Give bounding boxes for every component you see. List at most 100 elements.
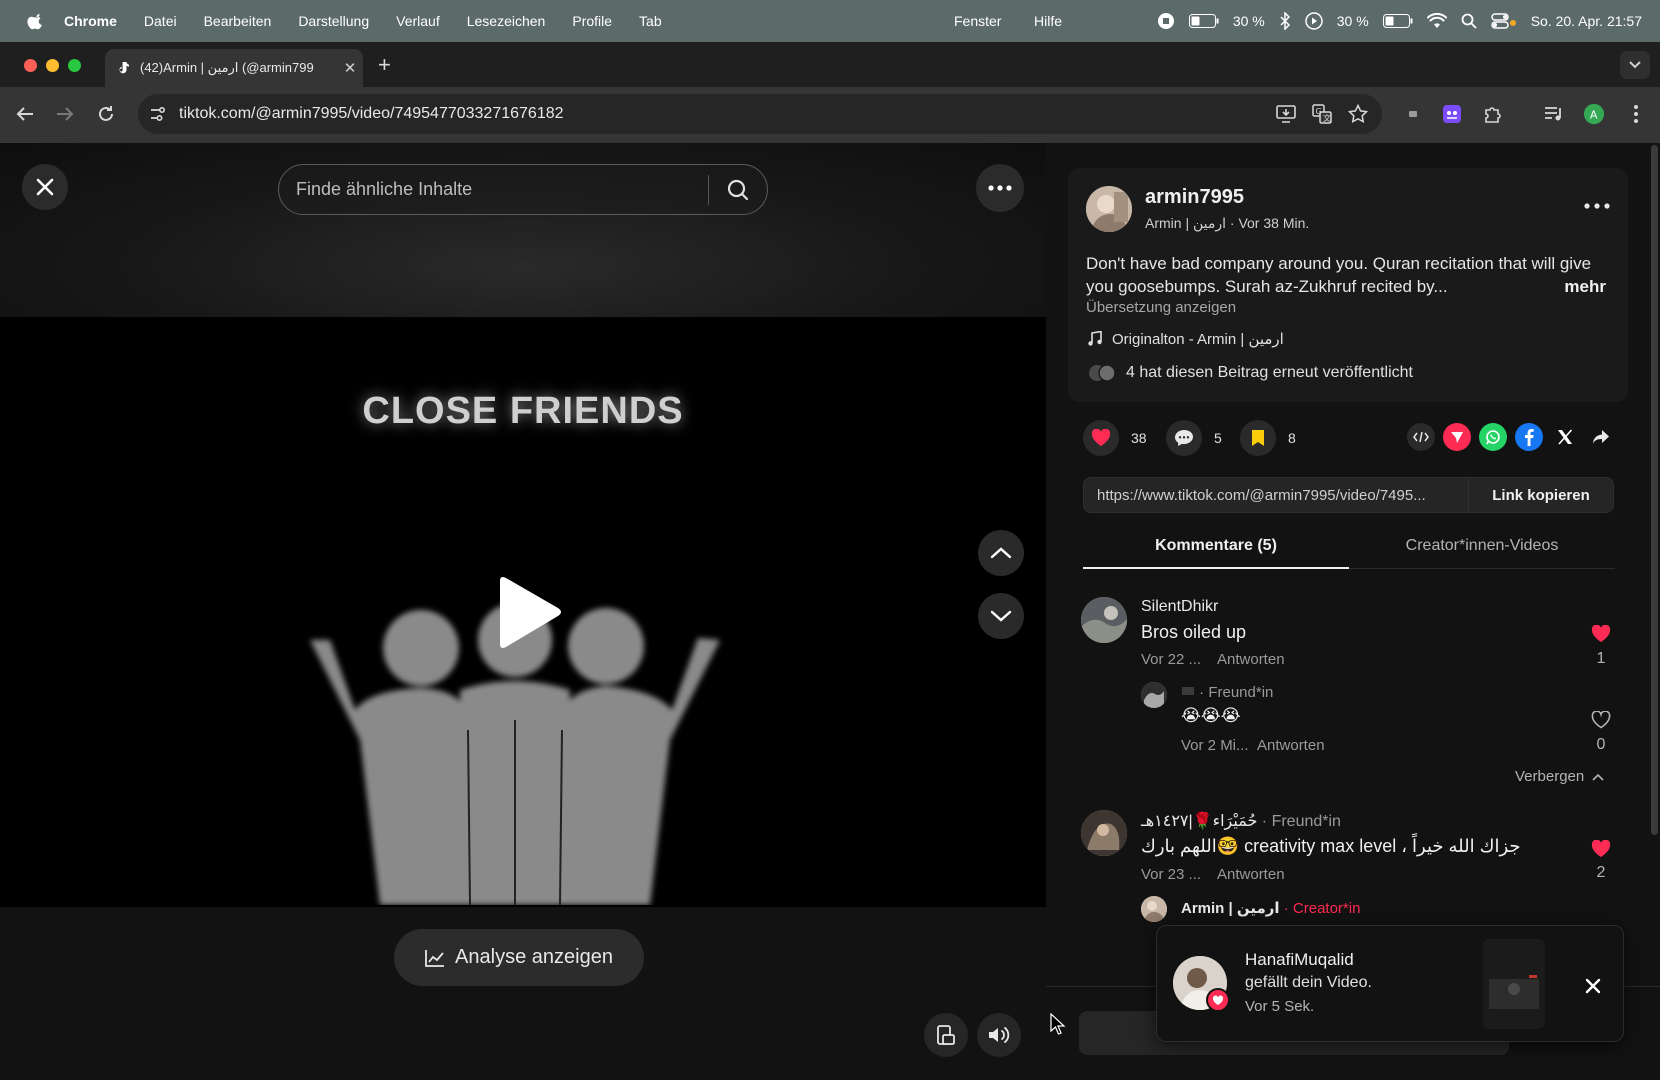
tab-close-icon[interactable]: ✕	[337, 59, 363, 77]
previous-video-button[interactable]	[978, 530, 1024, 576]
show-more-link[interactable]: mehr	[1564, 275, 1606, 298]
post-more-icon[interactable]	[1583, 200, 1611, 212]
address-bar[interactable]: tiktok.com/@armin7995/video/749547703327…	[138, 94, 1382, 134]
send-to-friends-button[interactable]	[1443, 423, 1471, 451]
back-button[interactable]	[12, 101, 38, 127]
spotlight-search-icon[interactable]	[1461, 13, 1477, 29]
site-settings-icon[interactable]	[148, 104, 168, 124]
play-icon[interactable]	[494, 575, 564, 650]
show-translation-link[interactable]: Übersetzung anzeigen	[1086, 299, 1236, 316]
sound-name[interactable]: Originalton - Armin | ارمين	[1112, 330, 1284, 348]
menubar-clock[interactable]: So. 20. Apr. 21:57	[1531, 13, 1642, 29]
save-button[interactable]	[1240, 420, 1276, 456]
reply-author[interactable]: · Freund*in	[1181, 684, 1273, 701]
share-facebook-button[interactable]	[1515, 423, 1543, 451]
svg-text:文: 文	[1323, 113, 1331, 123]
bluetooth-icon[interactable]	[1279, 12, 1291, 30]
tab-search-button[interactable]	[1620, 51, 1650, 79]
menu-profile[interactable]: Profile	[572, 13, 612, 29]
play-circle-icon[interactable]	[1305, 12, 1323, 30]
comment-like-button-2[interactable]	[1590, 838, 1612, 860]
record-icon[interactable]	[1157, 12, 1175, 30]
extension-purple-icon[interactable]	[1441, 103, 1463, 125]
sound-row[interactable]: Originalton - Armin | ارمين	[1088, 330, 1284, 348]
copy-link-button[interactable]: Link kopieren	[1468, 477, 1613, 513]
like-button[interactable]	[1083, 420, 1119, 456]
view-analytics-button[interactable]: Analyse anzeigen	[394, 929, 644, 986]
share-whatsapp-button[interactable]	[1479, 423, 1507, 451]
creator-reply-author[interactable]: Armin | ارمين · Creator*in	[1181, 899, 1360, 917]
menu-lesezeichen[interactable]: Lesezeichen	[467, 13, 546, 29]
menu-bearbeiten[interactable]: Bearbeiten	[204, 13, 272, 29]
panel-scrollbar[interactable]	[1651, 145, 1658, 835]
extensions-puzzle-icon[interactable]	[1482, 103, 1504, 125]
window-zoom-button[interactable]	[68, 59, 81, 72]
url-text[interactable]: tiktok.com/@armin7995/video/749547703327…	[179, 105, 1274, 123]
creator-reply-avatar[interactable]	[1141, 896, 1167, 922]
author-username[interactable]: armin7995	[1145, 186, 1244, 209]
battery-icon-2[interactable]	[1382, 14, 1413, 28]
similar-content-search[interactable]	[278, 164, 768, 215]
toast-close-button[interactable]	[1581, 974, 1605, 998]
tab-comments[interactable]: Kommentare (5)	[1083, 525, 1349, 569]
search-input[interactable]	[279, 179, 708, 200]
embed-button[interactable]	[1407, 423, 1435, 451]
video-more-options-button[interactable]	[976, 164, 1024, 212]
menu-verlauf[interactable]: Verlauf	[396, 13, 440, 29]
browser-tab-active[interactable]: (42)Armin | ارمين (@armin799 ✕	[105, 49, 363, 87]
translate-icon[interactable]: G文	[1310, 102, 1334, 126]
comment-author[interactable]: SilentDhikr	[1141, 598, 1218, 616]
extension-dot-icon[interactable]	[1402, 103, 1424, 125]
save-action[interactable]: 8	[1240, 418, 1296, 458]
like-action[interactable]: 38	[1083, 418, 1147, 458]
repost-row[interactable]: 4 hat diesen Beitrag erneut veröffentlic…	[1088, 364, 1413, 382]
toast-video-thumbnail[interactable]	[1483, 939, 1545, 1029]
profile-avatar-icon[interactable]: A	[1583, 103, 1605, 125]
close-video-button[interactable]	[22, 164, 68, 210]
menu-tab[interactable]: Tab	[639, 13, 662, 29]
window-minimize-button[interactable]	[46, 59, 59, 72]
reply-avatar[interactable]	[1141, 682, 1167, 708]
control-center-icon[interactable]	[1490, 13, 1517, 29]
volume-button[interactable]	[977, 1013, 1021, 1057]
search-button[interactable]	[709, 165, 767, 214]
creator-reply-name[interactable]: Armin | ارمين	[1181, 900, 1280, 917]
menu-darstellung[interactable]: Darstellung	[298, 13, 369, 29]
comment-author-2-name[interactable]: حُمَيْرَاء🌹|١٤٢٧هـ	[1141, 813, 1257, 830]
share-x-button[interactable]	[1551, 423, 1579, 451]
close-icon	[36, 178, 54, 196]
author-avatar[interactable]	[1086, 186, 1132, 232]
battery-icon[interactable]	[1188, 14, 1219, 28]
reply-link[interactable]: Antworten	[1217, 651, 1285, 668]
video-link-url[interactable]: https://www.tiktok.com/@armin7995/video/…	[1084, 487, 1468, 504]
hide-replies-button[interactable]: Verbergen	[1515, 768, 1604, 785]
bookmark-star-icon[interactable]	[1346, 102, 1370, 126]
menu-hilfe[interactable]: Hilfe	[1034, 13, 1062, 29]
reply-link-2[interactable]: Antworten	[1217, 866, 1285, 883]
forward-button[interactable]	[52, 101, 78, 127]
wifi-icon[interactable]	[1426, 13, 1447, 29]
commenter-avatar[interactable]	[1081, 597, 1127, 643]
tab-creator-videos[interactable]: Creator*innen-Videos	[1349, 525, 1615, 569]
comment-like-button[interactable]	[1590, 623, 1612, 645]
ellipsis-icon	[988, 185, 1012, 191]
menu-chrome[interactable]: Chrome	[64, 13, 117, 29]
floating-player-button[interactable]	[924, 1013, 968, 1057]
apple-icon[interactable]	[26, 11, 46, 31]
window-close-button[interactable]	[24, 59, 37, 72]
commenter-avatar-2[interactable]	[1081, 810, 1127, 856]
media-control-icon[interactable]	[1543, 103, 1565, 125]
comment-author-2[interactable]: حُمَيْرَاء🌹|١٤٢٧هـ · Freund*in	[1141, 811, 1341, 831]
new-tab-button[interactable]: +	[378, 52, 391, 78]
share-more-button[interactable]	[1587, 423, 1615, 451]
comment-button[interactable]	[1166, 420, 1202, 456]
reply-like-button[interactable]	[1590, 709, 1612, 731]
chrome-menu-icon[interactable]	[1625, 103, 1647, 125]
comment-action[interactable]: 5	[1166, 418, 1222, 458]
install-app-icon[interactable]	[1274, 102, 1298, 126]
menu-fenster[interactable]: Fenster	[954, 13, 1001, 29]
reload-button[interactable]	[93, 101, 119, 127]
reply-reply-link[interactable]: Antworten	[1257, 737, 1325, 754]
next-video-button[interactable]	[978, 593, 1024, 639]
menu-datei[interactable]: Datei	[144, 13, 177, 29]
